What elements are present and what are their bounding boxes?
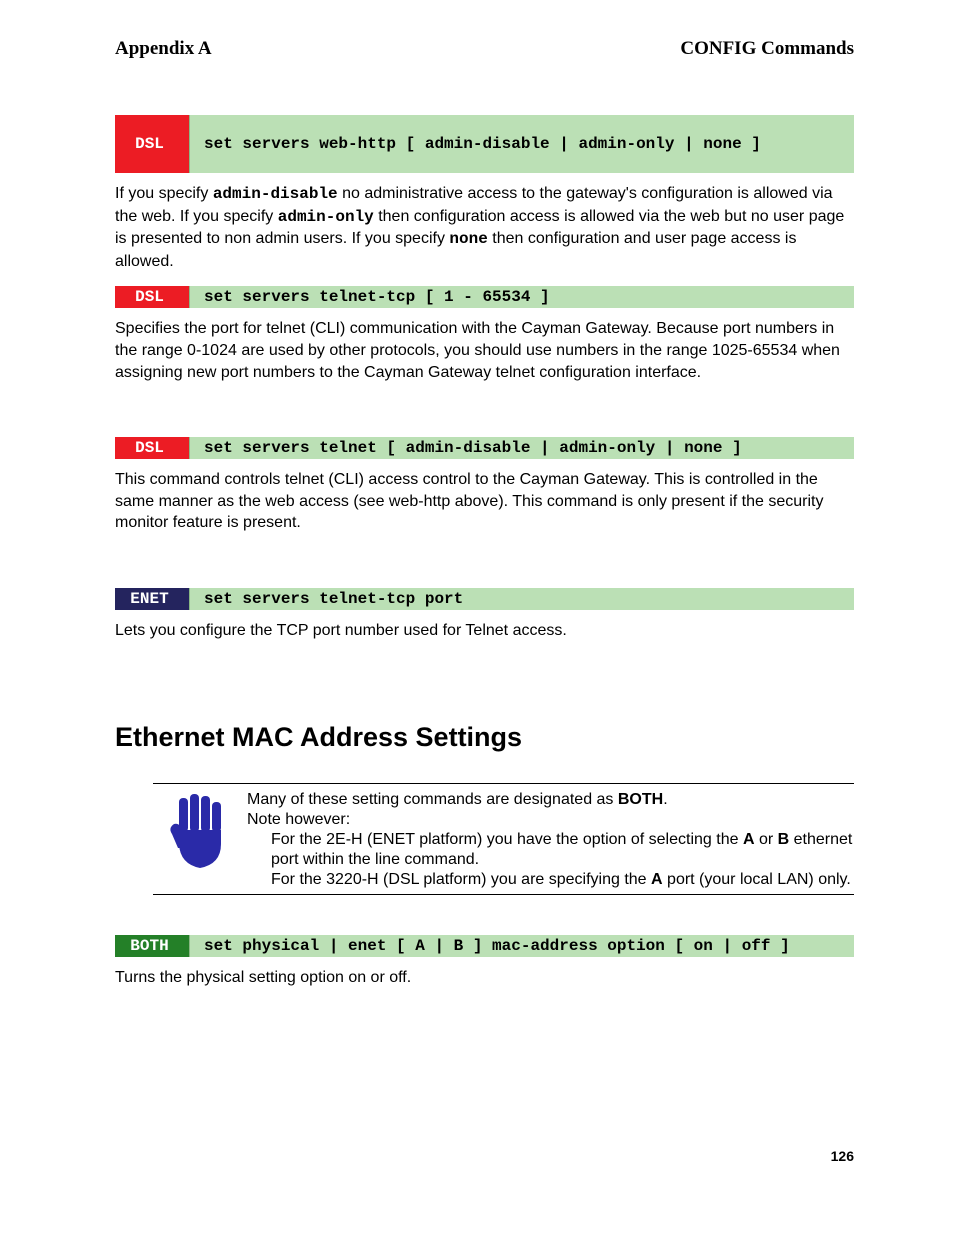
command-title: set servers telnet-tcp port — [189, 588, 854, 610]
command-description: This command controls telnet (CLI) acces… — [115, 469, 854, 534]
platform-badge: BOTH — [115, 935, 189, 957]
header-right: CONFIG Commands — [680, 38, 854, 60]
page-number: 126 — [115, 1148, 854, 1164]
command-description: If you specify admin-disable no administ… — [115, 183, 854, 272]
command-title: set servers web-http [ admin-disable | a… — [189, 115, 854, 173]
platform-badge: DSL — [115, 115, 189, 173]
note-box: Many of these setting commands are desig… — [153, 783, 854, 895]
command-banner: DSL set servers web-http [ admin-disable… — [115, 115, 854, 173]
hand-stop-icon — [153, 790, 247, 890]
header-left: Appendix A — [115, 38, 212, 60]
command-banner: ENET set servers telnet-tcp port — [115, 588, 854, 610]
command-banner: BOTH set physical | enet [ A | B ] mac-a… — [115, 935, 854, 957]
section-title: Ethernet MAC Address Settings — [115, 722, 854, 753]
command-banner: DSL set servers telnet [ admin-disable |… — [115, 437, 854, 459]
platform-badge: DSL — [115, 286, 189, 308]
command-banner: DSL set servers telnet-tcp [ 1 - 65534 ] — [115, 286, 854, 308]
note-text: Many of these setting commands are desig… — [247, 790, 854, 890]
command-description: Lets you configure the TCP port number u… — [115, 620, 854, 642]
platform-badge: DSL — [115, 437, 189, 459]
command-title: set servers telnet [ admin-disable | adm… — [189, 437, 854, 459]
platform-badge: ENET — [115, 588, 189, 610]
command-description: Specifies the port for telnet (CLI) comm… — [115, 318, 854, 383]
command-description: Turns the physical setting option on or … — [115, 967, 854, 989]
command-title: set servers telnet-tcp [ 1 - 65534 ] — [189, 286, 854, 308]
command-title: set physical | enet [ A | B ] mac-addres… — [189, 935, 854, 957]
page-header: Appendix A CONFIG Commands — [115, 38, 854, 60]
